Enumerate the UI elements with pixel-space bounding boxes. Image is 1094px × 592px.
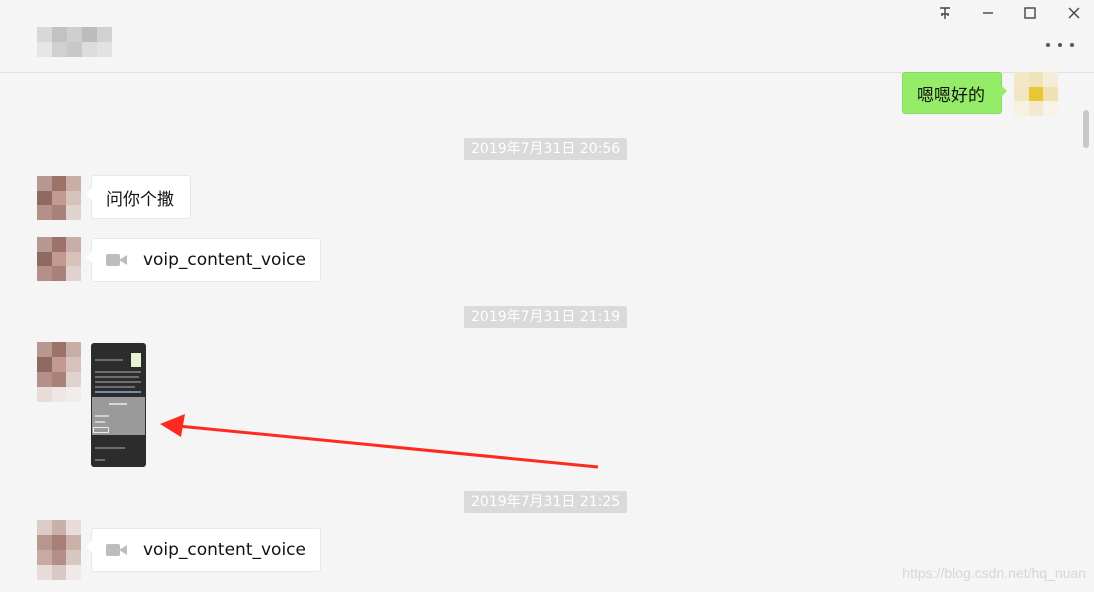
scrollbar-thumb[interactable] [1083, 110, 1089, 148]
call-message-text: voip_content_voice [142, 250, 306, 270]
avatar-self[interactable] [1014, 72, 1058, 116]
more-icon[interactable] [1046, 38, 1074, 52]
video-call-icon [106, 253, 127, 267]
timestamp: 2019年7月31日 21:25 [464, 491, 628, 513]
call-message-bubble[interactable]: voip_content_voice [86, 528, 321, 572]
close-icon[interactable] [1065, 4, 1083, 22]
maximize-icon[interactable] [1021, 4, 1039, 22]
avatar-contact[interactable] [37, 520, 81, 580]
timestamp: 2019年7月31日 21:19 [464, 306, 628, 328]
video-call-icon [106, 543, 127, 557]
message-bubble-outgoing[interactable]: 嗯嗯好的 [902, 72, 1007, 114]
message-bubble-incoming[interactable]: 问你个撒 [86, 175, 191, 219]
avatar-contact[interactable] [37, 237, 81, 281]
chat-header [0, 0, 1094, 73]
watermark: https://blog.csdn.net/hq_nuan [902, 565, 1086, 581]
minimize-icon[interactable] [979, 4, 997, 22]
message-text: 嗯嗯好的 [917, 85, 985, 106]
timestamp: 2019年7月31日 20:56 [464, 138, 628, 160]
call-message-bubble[interactable]: voip_content_voice [86, 238, 321, 282]
contact-name-pixelated [37, 27, 112, 57]
avatar-contact[interactable] [37, 342, 81, 402]
avatar-contact[interactable] [37, 176, 81, 220]
message-text: 问你个撒 [106, 189, 174, 210]
image-thumbnail[interactable] [91, 343, 146, 467]
chat-window: 嗯嗯好的 2019年7月31日 20:56 问你个撒 voip_content_… [0, 0, 1094, 592]
call-message-text: voip_content_voice [142, 540, 306, 560]
pin-icon[interactable] [936, 4, 954, 22]
